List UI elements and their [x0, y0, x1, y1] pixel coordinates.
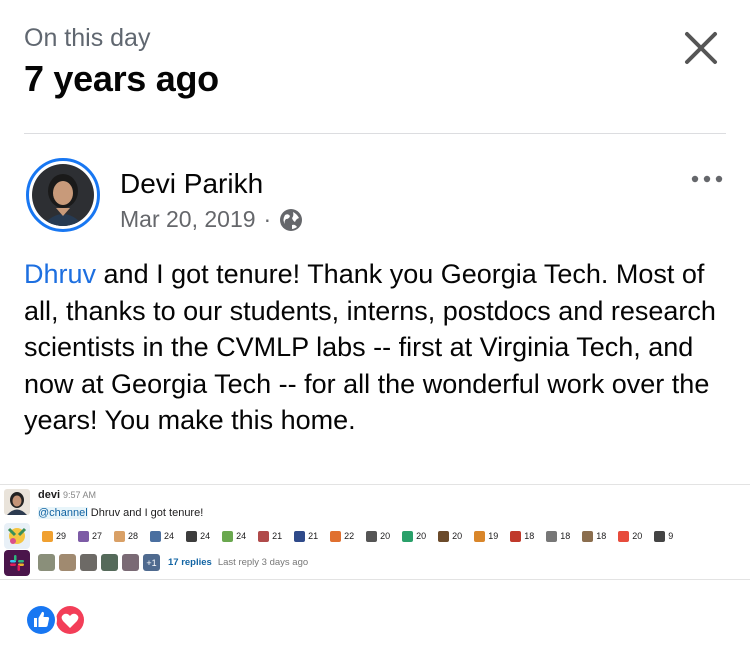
participant-avatar [59, 554, 76, 571]
slack-logo-icon [4, 550, 30, 576]
emoji-icon [114, 530, 126, 542]
emoji-icon [42, 530, 53, 542]
slack-message-text: Dhruv and I got tenure! [87, 507, 204, 519]
emoji-icon [582, 530, 594, 542]
participant-avatar [122, 554, 139, 571]
reaction-pill: 20 [362, 528, 394, 544]
reaction-pill: 20 [614, 528, 646, 544]
slack-sender-name: devi [38, 489, 61, 501]
reaction-count: 9 [668, 531, 674, 541]
slack-top-border [0, 484, 750, 485]
emoji-icon [366, 530, 378, 542]
participant-avatar [80, 554, 97, 571]
post-date[interactable]: Mar 20, 2019 [120, 206, 256, 233]
reaction-pill: 21 [254, 528, 286, 544]
reaction-pill: 19 [470, 528, 502, 544]
reaction-count: 20 [632, 531, 643, 541]
emoji-icon [150, 530, 162, 542]
participant-avatar [101, 554, 118, 571]
emoji-icon [510, 530, 522, 542]
reaction-pill: 18 [542, 528, 574, 544]
meta-separator: · [263, 206, 272, 232]
emoji-icon [330, 530, 342, 542]
last-reply: Last reply 3 days ago [217, 557, 309, 568]
slack-sender-avatar [4, 489, 30, 515]
reaction-count: 20 [416, 531, 427, 541]
emoji-icon [402, 530, 414, 542]
reaction-count: 18 [560, 531, 571, 541]
avatar-photo [32, 164, 94, 226]
emoji-icon [618, 530, 630, 542]
reaction-count: 18 [596, 531, 607, 541]
reaction-pill: 24 [146, 528, 178, 544]
reaction-icons [25, 604, 86, 636]
add-reaction-icon [4, 523, 30, 549]
reaction-count: 24 [200, 531, 211, 541]
emoji-icon [474, 530, 486, 542]
reaction-count: 20 [380, 531, 391, 541]
slack-channel-tag: @channel [38, 507, 88, 519]
reaction-pill: 24 [218, 528, 250, 544]
memory-title: 7 years ago [24, 58, 219, 99]
post-text: Dhruv and I got tenure! Thank you Georgi… [24, 256, 729, 439]
reaction-count: 28 [128, 531, 139, 541]
reaction-count: 19 [488, 531, 499, 541]
reaction-count: 27 [92, 531, 103, 541]
reaction-summary[interactable] [24, 601, 92, 641]
memory-subtitle: On this day [24, 24, 151, 52]
reaction-count: 20 [452, 531, 463, 541]
emoji-icon [78, 530, 90, 542]
author-avatar[interactable] [26, 158, 100, 232]
author-name[interactable]: Devi Parikh [120, 168, 263, 200]
header-divider [24, 133, 726, 134]
emoji-icon [546, 530, 558, 542]
close-icon [685, 32, 717, 64]
post-body: and I got tenure! Thank you Georgia Tech… [24, 259, 716, 435]
slack-time: 9:57 AM [63, 490, 97, 500]
reaction-pill: 18 [506, 528, 538, 544]
reaction-pill: 24 [182, 528, 214, 544]
reaction-count: 24 [236, 531, 247, 541]
participant-avatar [38, 554, 55, 571]
emoji-icon [654, 530, 666, 542]
emoji-icon [438, 530, 450, 542]
reaction-count: 29 [56, 531, 67, 541]
reaction-pill: 22 [326, 528, 358, 544]
slack-bottom-border [0, 579, 750, 580]
emoji-icon [258, 530, 270, 542]
reaction-pill: 27 [74, 528, 106, 544]
emoji-icon [186, 530, 198, 542]
reaction-pill: 20 [434, 528, 466, 544]
emoji-icon [222, 530, 234, 542]
slack-sender: devi 9:57 AM [38, 489, 96, 501]
reaction-count: 22 [344, 531, 355, 541]
reaction-pill: 18 [578, 528, 610, 544]
mention-link[interactable]: Dhruv [24, 259, 96, 289]
reaction-count: 21 [272, 531, 283, 541]
replies-count: 17 replies [168, 557, 212, 568]
reaction-pill: 9 [650, 528, 677, 544]
reaction-list: 29 27 28 24 24 24 21 21 22 20 20 20 19 18 18 18 20 9 [38, 528, 677, 544]
emoji-icon [294, 530, 306, 542]
more-icon [691, 175, 723, 183]
slack-thread-summary: +1 17 replies Last reply 3 days ago [38, 554, 308, 571]
more-options-button[interactable] [690, 168, 724, 190]
reaction-pill: 21 [290, 528, 322, 544]
reaction-count: 18 [524, 531, 535, 541]
reaction-count: 24 [164, 531, 175, 541]
close-button[interactable] [681, 28, 721, 68]
more-participants-badge: +1 [143, 554, 160, 571]
post-meta: Mar 20, 2019 · [120, 206, 303, 233]
globe-icon [280, 208, 303, 231]
reaction-pill: 29 [38, 528, 70, 544]
reaction-pill: 20 [398, 528, 430, 544]
reaction-pill: 28 [110, 528, 142, 544]
reaction-count: 21 [308, 531, 319, 541]
slack-message: @channel Dhruv and I got tenure! [38, 507, 203, 519]
slack-screenshot: devi 9:57 AM @channel Dhruv and I got ten… [0, 484, 750, 580]
